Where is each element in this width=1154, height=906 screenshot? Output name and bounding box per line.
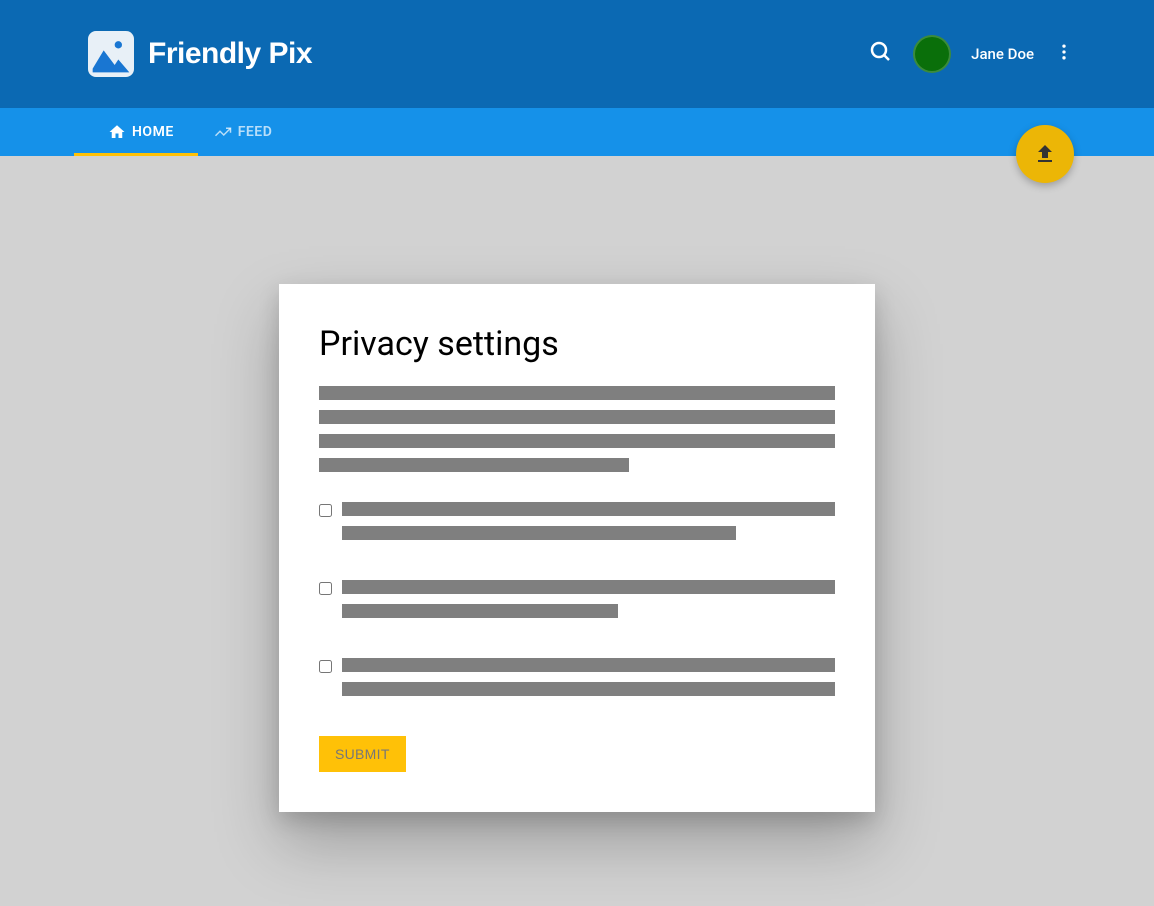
upload-icon [1033, 142, 1057, 166]
privacy-checkbox-2[interactable] [319, 582, 332, 595]
tab-home[interactable]: HOME [88, 108, 194, 156]
checkbox-label [342, 580, 835, 628]
search-icon[interactable] [869, 40, 893, 68]
tab-label: HOME [132, 124, 174, 140]
privacy-checkbox-1[interactable] [319, 504, 332, 517]
app-name: Friendly Pix [148, 37, 312, 71]
tab-label: FEED [238, 124, 273, 140]
checkbox-label [342, 658, 835, 706]
privacy-option-2 [319, 580, 835, 628]
more-vert-icon[interactable] [1054, 42, 1074, 66]
nav-bar: HOME FEED [0, 108, 1154, 156]
description-text [319, 386, 835, 472]
submit-button[interactable]: SUBMIT [319, 736, 406, 772]
privacy-option-3 [319, 658, 835, 706]
app-logo-icon [88, 31, 134, 77]
privacy-checkbox-3[interactable] [319, 660, 332, 673]
main-content: Privacy settings [0, 156, 1154, 812]
header-actions: Jane Doe [869, 35, 1074, 73]
upload-fab[interactable] [1016, 125, 1074, 183]
username[interactable]: Jane Doe [971, 45, 1034, 63]
app-header: Friendly Pix Jane Doe [0, 0, 1154, 108]
logo-section[interactable]: Friendly Pix [88, 31, 312, 77]
privacy-option-1 [319, 502, 835, 550]
avatar[interactable] [913, 35, 951, 73]
card-title: Privacy settings [319, 324, 835, 364]
tab-feed[interactable]: FEED [194, 108, 293, 156]
checkbox-label [342, 502, 835, 550]
privacy-settings-card: Privacy settings [279, 284, 875, 812]
